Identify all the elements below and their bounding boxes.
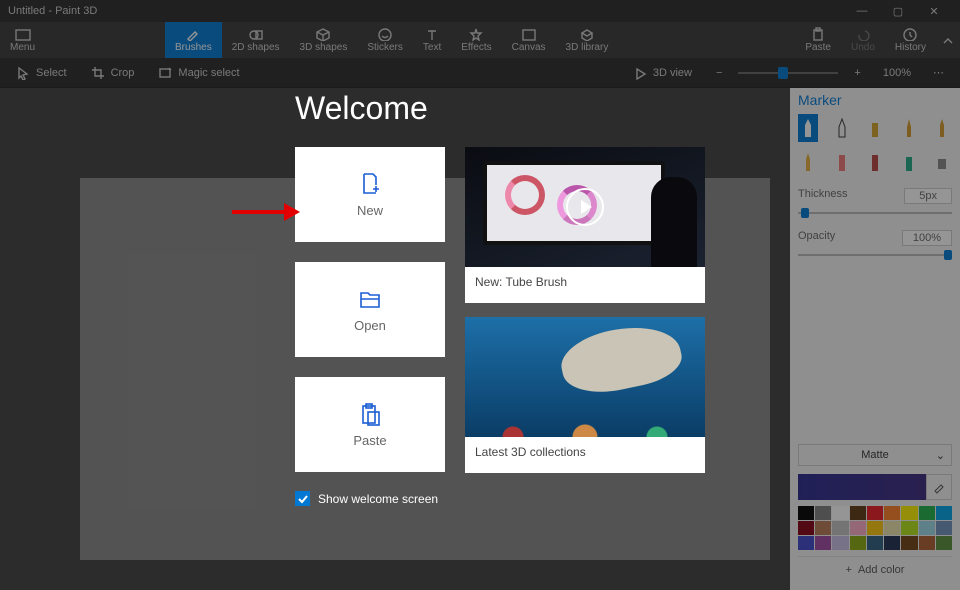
video-thumbnail: [465, 147, 705, 267]
folder-icon: [357, 286, 383, 312]
video-tube-brush[interactable]: New: Tube Brush: [465, 147, 705, 303]
welcome-title: Welcome: [295, 90, 428, 127]
collections-caption: Latest 3D collections: [465, 437, 705, 473]
show-welcome-checkbox[interactable]: Show welcome screen: [295, 491, 438, 506]
play-icon: [566, 188, 604, 226]
checkbox-label: Show welcome screen: [318, 492, 438, 506]
new-file-icon: [357, 171, 383, 197]
checkbox-checked-icon: [295, 491, 310, 506]
annotation-arrow: [230, 200, 300, 229]
paste-card-label: Paste: [353, 433, 386, 448]
welcome-overlay: Welcome New Open Paste: [0, 0, 960, 590]
video-caption: New: Tube Brush: [465, 267, 705, 303]
open-button[interactable]: Open: [295, 262, 445, 357]
new-label: New: [357, 203, 383, 218]
new-button[interactable]: New: [295, 147, 445, 242]
collections-thumbnail: [465, 317, 705, 437]
clipboard-icon: [357, 401, 383, 427]
paste-card-button[interactable]: Paste: [295, 377, 445, 472]
collections-card[interactable]: Latest 3D collections: [465, 317, 705, 473]
open-label: Open: [354, 318, 386, 333]
